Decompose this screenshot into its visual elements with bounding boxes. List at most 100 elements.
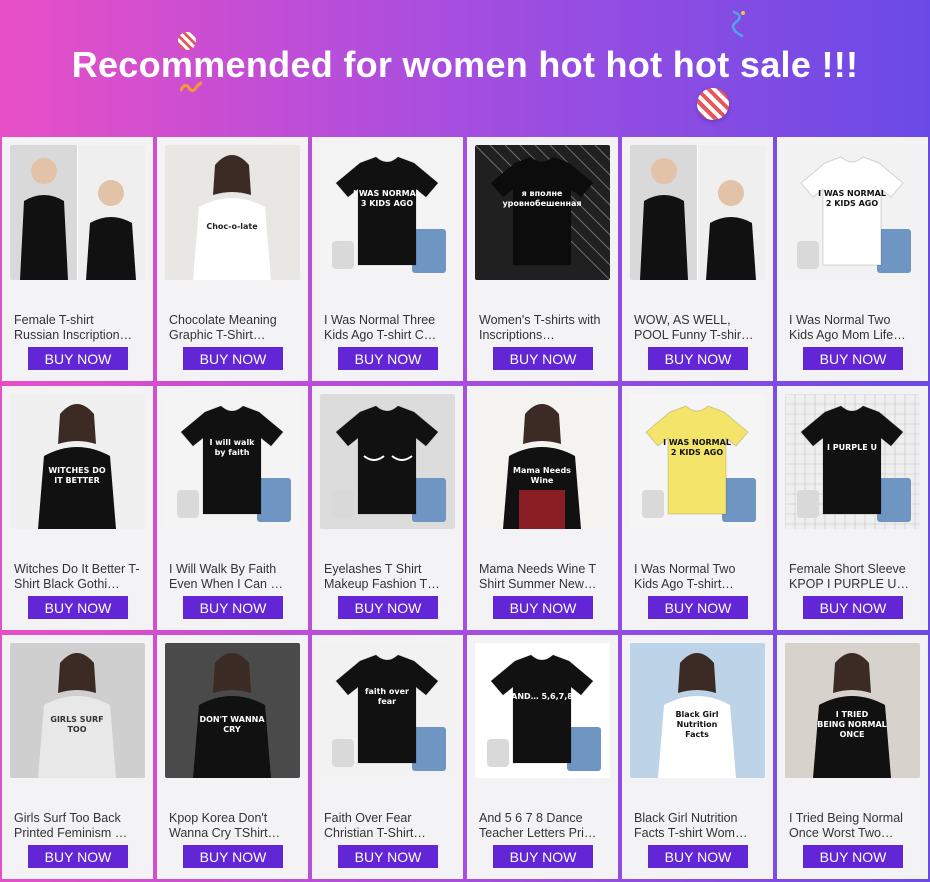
product-card[interactable]: I PURPLE U Female Short Sleeve KPOP I PUR…	[777, 386, 928, 630]
product-image[interactable]: I TRIED BEING NORMAL ONCE	[785, 643, 920, 778]
buy-now-button[interactable]: BUY NOW	[803, 347, 903, 370]
buy-now-button[interactable]: BUY NOW	[183, 845, 283, 868]
product-image[interactable]: я вполне уровнобешенная	[475, 145, 610, 280]
product-image[interactable]: Black Girl Nutrition Facts	[630, 643, 765, 778]
product-card[interactable]: Choc-o-late Chocolate Meaning Graphic T-S…	[157, 137, 308, 381]
product-image[interactable]	[630, 145, 765, 280]
product-title[interactable]: Kpop Korea Don't Wanna Cry TShirt…	[169, 811, 297, 841]
product-title-text[interactable]: I Was Normal Two Kids Ago Mom Life…	[789, 313, 917, 343]
product-card[interactable]: я вполне уровнобешенная Women's T-shirts w…	[467, 137, 618, 381]
buy-now-button[interactable]: BUY NOW	[648, 845, 748, 868]
product-title-text[interactable]: Girls Surf Too Back Printed Feminism …	[14, 811, 142, 841]
product-image[interactable]	[10, 145, 145, 280]
product-card[interactable]: I TRIED BEING NORMAL ONCE I Tried Being Nor…	[777, 635, 928, 879]
buy-now-button[interactable]: BUY NOW	[338, 845, 438, 868]
product-card[interactable]: I WAS NORMAL 3 KIDS AGO I Was Normal Three…	[312, 137, 463, 381]
product-card[interactable]: I WAS NORMAL 2 KIDS AGO I Was Normal Two K…	[622, 386, 773, 630]
product-title[interactable]: Female T-shirt Russian Inscription…	[14, 313, 142, 343]
svg-text:GIRLS SURF: GIRLS SURF	[50, 715, 103, 724]
buy-now-button[interactable]: BUY NOW	[648, 596, 748, 619]
product-card[interactable]: I will walk by faith I Will Walk By Faith …	[157, 386, 308, 630]
buy-now-button[interactable]: BUY NOW	[493, 845, 593, 868]
buy-now-button[interactable]: BUY NOW	[28, 596, 128, 619]
product-card[interactable]: DON'T WANNA CRY Kpop Korea Don't Wanna Cry…	[157, 635, 308, 879]
product-title-text[interactable]: I Was Normal Two Kids Ago T-shirt…	[634, 562, 762, 592]
buy-now-button[interactable]: BUY NOW	[338, 596, 438, 619]
buy-now-button[interactable]: BUY NOW	[493, 347, 593, 370]
buy-now-button[interactable]: BUY NOW	[28, 845, 128, 868]
product-title-text[interactable]: I Was Normal Three Kids Ago T-shirt C…	[324, 313, 452, 343]
product-title[interactable]: Witches Do It Better T-Shirt Black Gothi…	[14, 562, 142, 592]
svg-text:2 KIDS AGO: 2 KIDS AGO	[826, 199, 878, 208]
product-title-text[interactable]: WOW, AS WELL, POOL Funny T-shir…	[634, 313, 762, 343]
product-title-text[interactable]: I Will Walk By Faith Even When I Can …	[169, 562, 297, 592]
buy-now-button[interactable]: BUY NOW	[803, 845, 903, 868]
svg-text:I PURPLE U: I PURPLE U	[827, 443, 877, 452]
product-title-text[interactable]: Chocolate Meaning Graphic T-Shirt…	[169, 313, 297, 343]
product-card[interactable]: Eyelashes T Shirt Makeup Fashion T… BUY N…	[312, 386, 463, 630]
product-title[interactable]: Faith Over Fear Christian T-Shirt…	[324, 811, 452, 841]
tshirt-illustration-icon: WITCHES DOIT BETTER	[38, 404, 116, 529]
product-image[interactable]: GIRLS SURF TOO	[10, 643, 145, 778]
product-title-text[interactable]: I Tried Being Normal Once Worst Two…	[789, 811, 917, 841]
svg-text:AND… 5,6,7,8: AND… 5,6,7,8	[511, 692, 573, 701]
svg-text:Black Girl: Black Girl	[675, 710, 718, 719]
product-card[interactable]: Mama Needs Wine Mama Needs Wine T Shirt Su…	[467, 386, 618, 630]
buy-now-button[interactable]: BUY NOW	[803, 596, 903, 619]
product-title[interactable]: Chocolate Meaning Graphic T-Shirt…	[169, 313, 297, 343]
product-title[interactable]: Eyelashes T Shirt Makeup Fashion T…	[324, 562, 452, 592]
product-image[interactable]	[320, 394, 455, 529]
product-title[interactable]: I Was Normal Three Kids Ago T-shirt C…	[324, 313, 452, 343]
product-card[interactable]: WITCHES DO IT BETTER Witches Do It Better …	[2, 386, 153, 630]
buy-now-button[interactable]: BUY NOW	[183, 596, 283, 619]
product-title-text[interactable]: And 5 6 7 8 Dance Teacher Letters Pri…	[479, 811, 607, 841]
product-title-text[interactable]: Female Short Sleeve KPOP I PURPLE U…	[789, 562, 917, 592]
product-image[interactable]: DON'T WANNA CRY	[165, 643, 300, 778]
tshirt-illustration-icon: I TRIEDBEING NORMALONCE	[813, 653, 891, 778]
tshirt-illustration-icon: I PURPLE U	[785, 394, 920, 529]
product-title[interactable]: Mama Needs Wine T Shirt Summer New…	[479, 562, 607, 592]
buy-now-button[interactable]: BUY NOW	[338, 347, 438, 370]
product-grid: Female T-shirt Russian Inscription… BUY N…	[2, 137, 928, 879]
buy-now-button[interactable]: BUY NOW	[493, 596, 593, 619]
product-title[interactable]: Women's T-shirts with Inscriptions…	[479, 313, 607, 343]
product-title-text[interactable]: Black Girl Nutrition Facts T-shirt Wom…	[634, 811, 762, 841]
product-title[interactable]: Black Girl Nutrition Facts T-shirt Wom…	[634, 811, 762, 841]
product-card[interactable]: GIRLS SURF TOO Girls Surf Too Back Printed…	[2, 635, 153, 879]
product-card[interactable]: WOW, AS WELL, POOL Funny T-shir… BUY NOW	[622, 137, 773, 381]
product-title[interactable]: I Will Walk By Faith Even When I Can …	[169, 562, 297, 592]
product-image[interactable]: I WAS NORMAL 2 KIDS AGO	[630, 394, 765, 529]
product-title[interactable]: Girls Surf Too Back Printed Feminism …	[14, 811, 142, 841]
product-card[interactable]: Female T-shirt Russian Inscription… BUY N…	[2, 137, 153, 381]
product-image[interactable]: I PURPLE U	[785, 394, 920, 529]
product-card[interactable]: I WAS NORMAL 2 KIDS AGO I Was Normal Two K…	[777, 137, 928, 381]
product-image[interactable]: I will walk by faith	[165, 394, 300, 529]
buy-now-button[interactable]: BUY NOW	[183, 347, 283, 370]
product-card[interactable]: Black Girl Nutrition Facts Black Girl Nutri…	[622, 635, 773, 879]
buy-now-button[interactable]: BUY NOW	[28, 347, 128, 370]
product-title[interactable]: Female Short Sleeve KPOP I PURPLE U…	[789, 562, 917, 592]
buy-now-button[interactable]: BUY NOW	[648, 347, 748, 370]
product-image[interactable]: I WAS NORMAL 2 KIDS AGO	[785, 145, 920, 280]
product-title-text[interactable]: Eyelashes T Shirt Makeup Fashion T…	[324, 562, 452, 592]
product-image[interactable]: I WAS NORMAL 3 KIDS AGO	[320, 145, 455, 280]
product-image[interactable]: AND… 5,6,7,8	[475, 643, 610, 778]
product-title[interactable]: I Was Normal Two Kids Ago T-shirt…	[634, 562, 762, 592]
product-image[interactable]: Mama Needs Wine	[475, 394, 610, 529]
product-title-text[interactable]: Faith Over Fear Christian T-Shirt…	[324, 811, 452, 841]
product-card[interactable]: AND… 5,6,7,8 And 5 6 7 8 Dance Teacher Le…	[467, 635, 618, 879]
product-image[interactable]: Choc-o-late	[165, 145, 300, 280]
product-card[interactable]: faith over fear Faith Over Fear Christian …	[312, 635, 463, 879]
product-image[interactable]: faith over fear	[320, 643, 455, 778]
product-title-text[interactable]: Mama Needs Wine T Shirt Summer New…	[479, 562, 607, 592]
product-image[interactable]: WITCHES DO IT BETTER	[10, 394, 145, 529]
product-title-text[interactable]: Female T-shirt Russian Inscription…	[14, 313, 142, 343]
product-title[interactable]: I Was Normal Two Kids Ago Mom Life…	[789, 313, 917, 343]
product-title-text[interactable]: Witches Do It Better T-Shirt Black Gothi…	[14, 562, 142, 592]
product-title[interactable]: I Tried Being Normal Once Worst Two…	[789, 811, 917, 841]
candy-decoration-icon	[697, 88, 729, 120]
product-title[interactable]: WOW, AS WELL, POOL Funny T-shir…	[634, 313, 762, 343]
product-title-text[interactable]: Kpop Korea Don't Wanna Cry TShirt…	[169, 811, 297, 841]
product-title[interactable]: And 5 6 7 8 Dance Teacher Letters Pri…	[479, 811, 607, 841]
product-title-text[interactable]: Women's T-shirts with Inscriptions…	[479, 313, 607, 343]
